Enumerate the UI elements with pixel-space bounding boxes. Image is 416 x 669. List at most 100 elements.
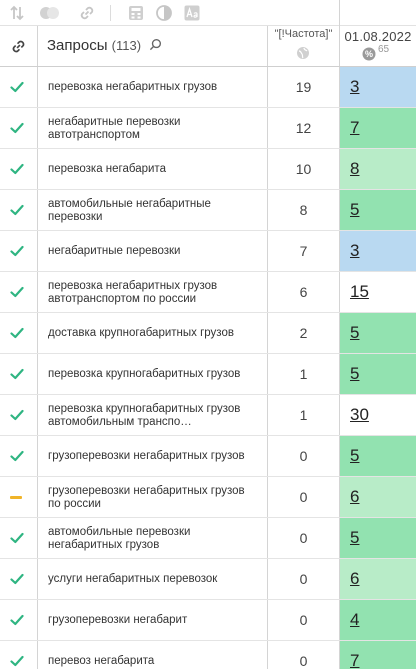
table-row[interactable]: негабаритные перевозки автотранспортом 12…: [0, 108, 416, 149]
position-link[interactable]: 5: [350, 364, 359, 384]
table-row[interactable]: перевозка негабаритных грузов автотрансп…: [0, 272, 416, 313]
table-row[interactable]: доставка крупногабаритных грузов 2 5: [0, 313, 416, 354]
frequency-value: 2: [299, 325, 308, 341]
position-link[interactable]: 5: [350, 323, 359, 343]
frequency-value: 0: [299, 530, 308, 546]
table-row[interactable]: грузоперевозки негабаритных грузов 0 5: [0, 436, 416, 477]
table-row[interactable]: автомобильные перевозки негабаритных гру…: [0, 518, 416, 559]
position-link[interactable]: 4: [350, 610, 359, 630]
check-icon[interactable]: [10, 655, 24, 667]
frequency-value: 1: [299, 366, 308, 382]
table-row[interactable]: негабаритные перевозки 7 3: [0, 231, 416, 272]
query-text: доставка крупногабаритных грузов: [48, 327, 234, 339]
check-icon[interactable]: [10, 163, 24, 175]
query-text: перевозка негабаритных грузов: [48, 81, 218, 93]
query-text: автомобильные перевозки негабаритных гру…: [48, 526, 191, 551]
table-row[interactable]: автомобильные негабаритные перевозки 8 5: [0, 190, 416, 231]
search-icon[interactable]: [149, 38, 162, 51]
position-link[interactable]: 5: [350, 446, 359, 466]
query-table-body: перевозка негабаритных грузов 19 3 негабари…: [0, 67, 416, 669]
position-link[interactable]: 5: [350, 528, 359, 548]
position-link[interactable]: 3: [350, 241, 359, 261]
check-icon[interactable]: [10, 573, 24, 585]
table-row[interactable]: услуги негабаритных перевозок 0 6: [0, 559, 416, 600]
check-icon[interactable]: [10, 409, 24, 421]
position-cell: 8: [340, 149, 416, 189]
query-text: перевозка негабаритных грузов автотрансп…: [48, 280, 218, 305]
table-header: Запросы (113) "[!Частота]" 01.08.2022 % …: [0, 26, 416, 67]
toggle-icon[interactable]: [39, 4, 61, 22]
check-icon[interactable]: [10, 286, 24, 298]
query-text: грузоперевозки негабаритных грузов: [48, 450, 245, 462]
query-text: перевоз негабарита: [48, 655, 155, 667]
date-column-header[interactable]: 01.08.2022: [340, 29, 416, 44]
link-icon[interactable]: [78, 4, 96, 22]
table-row[interactable]: перевозка крупногабаритных грузов автомо…: [0, 395, 416, 436]
frequency-value: 8: [299, 202, 308, 218]
check-icon[interactable]: [10, 204, 24, 216]
frequency-value: 0: [299, 612, 308, 628]
check-icon[interactable]: [10, 368, 24, 380]
frequency-value: 0: [299, 653, 308, 669]
toolbar: [0, 0, 416, 26]
query-text: негабаритные перевозки автотранспортом: [48, 116, 181, 141]
position-cell: 15: [340, 272, 416, 312]
link-icon: [12, 40, 25, 53]
position-link[interactable]: 15: [350, 282, 369, 302]
svg-text:%: %: [365, 49, 373, 59]
check-icon[interactable]: [10, 81, 24, 93]
position-link[interactable]: 8: [350, 159, 359, 179]
queries-label: Запросы: [47, 37, 108, 54]
link-column-header[interactable]: [0, 26, 37, 67]
position-link[interactable]: 7: [350, 651, 359, 669]
position-link[interactable]: 7: [350, 118, 359, 138]
frequency-value: 1: [299, 407, 308, 423]
query-text: перевозка негабарита: [48, 163, 166, 175]
check-icon[interactable]: [10, 245, 24, 257]
position-link[interactable]: 5: [350, 200, 359, 220]
dash-icon[interactable]: [10, 496, 22, 499]
check-icon[interactable]: [10, 614, 24, 626]
table-row[interactable]: перевозка негабарита 10 8: [0, 149, 416, 190]
position-cell: 5: [340, 436, 416, 476]
frequency-value: 0: [299, 448, 308, 464]
position-cell: 5: [340, 354, 416, 394]
query-text: грузоперевозки негабарит: [48, 614, 188, 626]
query-text: услуги негабаритных перевозок: [48, 573, 218, 585]
position-link[interactable]: 3: [350, 77, 359, 97]
frequency-value: 19: [295, 79, 312, 95]
position-cell: 5: [340, 190, 416, 230]
position-link[interactable]: 30: [350, 405, 369, 425]
sort-icon[interactable]: [8, 4, 26, 22]
position-cell: 5: [340, 313, 416, 353]
percent-icon: %: [362, 47, 376, 61]
position-cell: 5: [340, 518, 416, 558]
check-icon[interactable]: [10, 532, 24, 544]
check-icon[interactable]: [10, 327, 24, 339]
frequency-column-header[interactable]: "[!Частота]": [268, 28, 339, 40]
position-cell: 30: [340, 395, 416, 435]
contrast-icon[interactable]: [155, 4, 173, 22]
calculator-icon[interactable]: [127, 4, 145, 22]
table-row[interactable]: перевозка крупногабаритных грузов 1 5: [0, 354, 416, 395]
table-row[interactable]: перевозка негабаритных грузов 19 3: [0, 67, 416, 108]
table-row[interactable]: грузоперевозки негабарит 0 4: [0, 600, 416, 641]
position-link[interactable]: 6: [350, 487, 359, 507]
globe-icon: [297, 47, 309, 59]
position-link[interactable]: 6: [350, 569, 359, 589]
check-icon[interactable]: [10, 122, 24, 134]
frequency-value: 7: [299, 243, 308, 259]
frequency-value: 12: [295, 120, 312, 136]
frequency-value: 10: [295, 161, 312, 177]
query-text: перевозка крупногабаритных грузов: [48, 368, 241, 380]
position-cell: 7: [340, 641, 416, 669]
queries-column-header[interactable]: Запросы (113): [47, 37, 162, 54]
position-cell: 3: [340, 231, 416, 271]
text-format-icon[interactable]: [183, 4, 201, 22]
queries-count: (113): [111, 38, 142, 53]
check-icon[interactable]: [10, 450, 24, 462]
table-row[interactable]: грузоперевозки негабаритных грузов по ро…: [0, 477, 416, 518]
percent-value: 65: [378, 44, 390, 55]
position-cell: 7: [340, 108, 416, 148]
table-row[interactable]: перевоз негабарита 0 7: [0, 641, 416, 669]
